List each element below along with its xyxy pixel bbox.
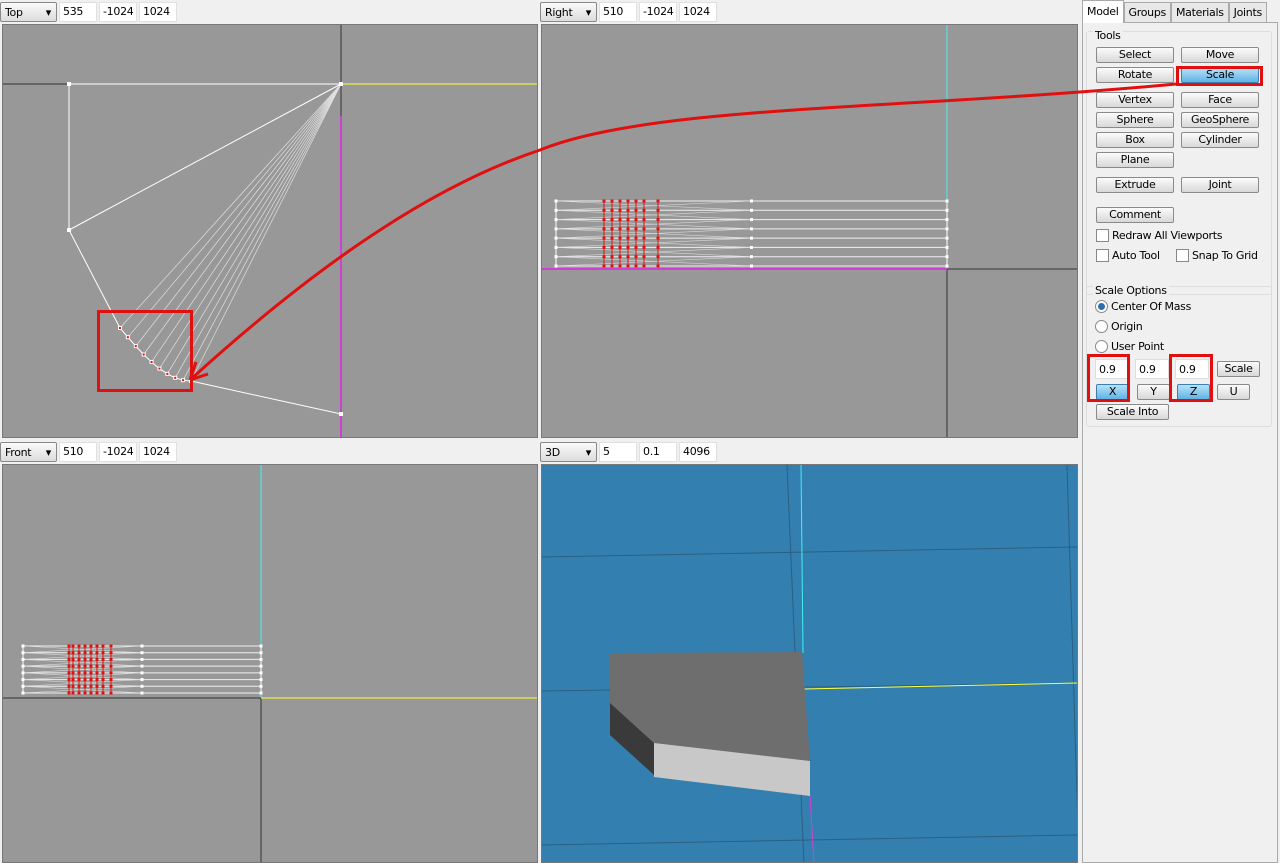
zoom-field[interactable]: 510: [59, 442, 97, 462]
mesh-vertex: [140, 657, 144, 661]
min-field[interactable]: 0.1: [639, 442, 677, 462]
x-highlight-box: [1087, 354, 1130, 402]
dropdown-arrow-icon: ▾: [585, 5, 592, 19]
top-viewport[interactable]: [2, 24, 538, 438]
plane-button[interactable]: Plane: [1096, 152, 1174, 168]
move-button[interactable]: Move: [1181, 47, 1259, 63]
3d-viewport-bar: 3D ▾ 5 0.1 4096: [540, 441, 717, 463]
mesh-vertex: [750, 236, 753, 240]
tab-joints[interactable]: Joints: [1228, 2, 1267, 22]
tab-model[interactable]: Model: [1082, 0, 1124, 23]
checkbox-label: Snap To Grid: [1192, 249, 1258, 262]
radio-dot: [1095, 320, 1108, 333]
min-field[interactable]: -1024: [639, 2, 677, 22]
min-field[interactable]: -1024: [99, 442, 137, 462]
mesh-vertex: [750, 208, 753, 212]
comment-button[interactable]: Comment: [1096, 207, 1174, 223]
dropdown-arrow-icon: ▾: [45, 5, 52, 19]
checkbox-box: [1096, 229, 1109, 242]
zoom-field[interactable]: 535: [59, 2, 97, 22]
view-label: Right: [545, 5, 573, 19]
user-point-radio[interactable]: User Point: [1095, 340, 1164, 353]
extrude-button[interactable]: Extrude: [1096, 177, 1174, 193]
scale-highlight-box: [1176, 66, 1263, 86]
view-select-right[interactable]: Right ▾: [540, 2, 597, 22]
mesh-vertex: [750, 245, 753, 249]
zoom-field[interactable]: 510: [599, 2, 637, 22]
face-button[interactable]: Face: [1181, 92, 1259, 108]
radio-label: Origin: [1111, 320, 1143, 333]
front-viewport-bar: Front ▾ 510 -1024 1024: [0, 441, 177, 463]
view-select-top[interactable]: Top ▾: [0, 2, 57, 22]
vertex-button[interactable]: Vertex: [1096, 92, 1174, 108]
radio-dot: [1095, 340, 1108, 353]
max-field[interactable]: 1024: [679, 2, 717, 22]
right-viewport-bar: Right ▾ 510 -1024 1024: [540, 1, 717, 23]
cylinder-button[interactable]: Cylinder: [1181, 132, 1259, 148]
mesh-vertex: [140, 644, 144, 648]
mesh-vertex: [140, 678, 144, 682]
axis-y-toggle[interactable]: Y: [1137, 384, 1170, 400]
zoom-field[interactable]: 5: [599, 442, 637, 462]
mesh-vertex: [140, 684, 144, 688]
selection-highlight-box: [97, 310, 193, 392]
mesh-vertex: [140, 664, 144, 668]
tab-groups[interactable]: Groups: [1123, 2, 1171, 22]
mesh-vertex: [750, 227, 753, 231]
dropdown-arrow-icon: ▾: [585, 445, 592, 459]
front-viewport[interactable]: [2, 464, 538, 863]
tool-panel: Model Groups Materials Joints Tools Sele…: [1080, 0, 1280, 863]
z-highlight-box: [1169, 354, 1213, 402]
mesh-vertex: [339, 82, 343, 86]
radio-dot: [1095, 300, 1108, 313]
max-field[interactable]: 1024: [139, 442, 177, 462]
mesh-vertex: [750, 199, 753, 203]
redraw-all-checkbox[interactable]: Redraw All Viewports: [1096, 229, 1222, 242]
auto-tool-checkbox[interactable]: Auto Tool: [1096, 249, 1160, 262]
geosphere-button[interactable]: GeoSphere: [1181, 112, 1259, 128]
mesh-vertex: [750, 255, 753, 259]
mesh-vertex: [750, 218, 753, 222]
view-label: Top: [5, 5, 23, 19]
checkbox-box: [1096, 249, 1109, 262]
select-button[interactable]: Select: [1096, 47, 1174, 63]
top-viewport-bar: Top ▾ 535 -1024 1024: [0, 1, 177, 23]
3d-viewport[interactable]: [541, 464, 1078, 863]
tab-materials[interactable]: Materials: [1170, 2, 1229, 22]
view-select-3d[interactable]: 3D ▾: [540, 442, 597, 462]
mesh-vertex: [140, 671, 144, 675]
dropdown-arrow-icon: ▾: [45, 445, 52, 459]
mesh-vertex: [339, 412, 343, 416]
view-select-front[interactable]: Front ▾: [0, 442, 57, 462]
radio-label: Center Of Mass: [1111, 300, 1192, 313]
view-label: Front: [5, 445, 32, 459]
scale-apply-button[interactable]: Scale: [1217, 361, 1260, 377]
snap-to-grid-checkbox[interactable]: Snap To Grid: [1176, 249, 1258, 262]
tools-label: Tools: [1093, 29, 1123, 42]
view-label: 3D: [545, 445, 560, 459]
right-viewport[interactable]: [541, 24, 1078, 438]
checkbox-box: [1176, 249, 1189, 262]
checkbox-label: Redraw All Viewports: [1112, 229, 1223, 242]
center-of-mass-radio[interactable]: Center Of Mass: [1095, 300, 1191, 313]
max-field[interactable]: 1024: [139, 2, 177, 22]
min-field[interactable]: -1024: [99, 2, 137, 22]
axis-u-toggle[interactable]: U: [1217, 384, 1250, 400]
mesh-vertex: [140, 651, 144, 655]
scale-y-input[interactable]: 0.9: [1135, 359, 1169, 379]
origin-radio[interactable]: Origin: [1095, 320, 1143, 333]
box-button[interactable]: Box: [1096, 132, 1174, 148]
radio-label: User Point: [1111, 340, 1164, 353]
mesh-vertex: [67, 82, 71, 86]
scale-options-label: Scale Options: [1093, 284, 1169, 297]
rotate-button[interactable]: Rotate: [1096, 67, 1174, 83]
mesh-vertex: [140, 691, 144, 695]
mesh-vertex: [750, 264, 753, 268]
sphere-button[interactable]: Sphere: [1096, 112, 1174, 128]
mesh-vertex: [67, 228, 71, 232]
checkbox-label: Auto Tool: [1112, 249, 1160, 262]
joint-button[interactable]: Joint: [1181, 177, 1259, 193]
max-field[interactable]: 4096: [679, 442, 717, 462]
scale-into-button[interactable]: Scale Into: [1096, 404, 1169, 420]
